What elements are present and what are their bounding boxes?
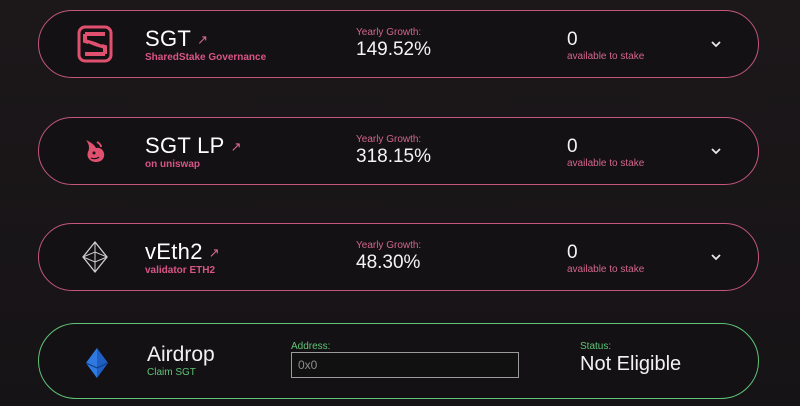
available-stake-value: 0 [567, 136, 578, 157]
available-stake-label: available to stake [567, 264, 645, 275]
address-input[interactable] [291, 352, 519, 378]
ethereum-diamond-icon [82, 240, 108, 274]
address-label: Address: [291, 341, 331, 352]
pool-card-sgt-lp[interactable]: SGT LP ↗ on uniswap Yearly Growth: 318.15… [38, 117, 759, 185]
uniswap-unicorn-icon [86, 140, 105, 162]
chevron-down-icon[interactable] [709, 144, 723, 158]
token-subtitle: validator ETH2 [145, 265, 216, 276]
growth-value: 149.52% [356, 39, 432, 60]
status-value: Not Eligible [580, 353, 682, 375]
token-name: SGT [145, 26, 192, 51]
available-stake-value: 0 [567, 29, 578, 50]
token-name: vEth2 [145, 239, 203, 264]
growth-label: Yearly Growth: [356, 134, 422, 145]
available-stake-value: 0 [567, 242, 578, 263]
available-stake-label: available to stake [567, 51, 645, 62]
external-arrow-icon[interactable]: ↗ [231, 139, 242, 154]
growth-value: 48.30% [356, 252, 421, 273]
token-name-link[interactable]: vEth2 ↗ [145, 239, 220, 265]
chevron-down-icon[interactable] [709, 250, 723, 264]
sharedstake-logo-icon [77, 25, 113, 63]
available-stake-label: available to stake [567, 158, 645, 169]
blue-diamond-icon [85, 348, 109, 378]
external-arrow-icon[interactable]: ↗ [197, 32, 208, 47]
token-name-link[interactable]: SGT ↗ [145, 26, 208, 52]
pool-card-veth2[interactable]: vEth2 ↗ validator ETH2 Yearly Growth: 48.… [38, 223, 759, 291]
airdrop-card: Airdrop Claim SGT Address: Status: Not E… [38, 323, 759, 399]
token-subtitle: on uniswap [145, 159, 200, 170]
status-label: Status: [580, 341, 612, 352]
airdrop-subtitle: Claim SGT [147, 367, 196, 378]
staking-page: SGT ↗ SharedStake Governance Yearly Growt… [0, 0, 800, 406]
chevron-down-icon[interactable] [709, 37, 723, 51]
airdrop-title: Airdrop [147, 343, 215, 366]
external-arrow-icon[interactable]: ↗ [209, 245, 220, 260]
token-name-link[interactable]: SGT LP ↗ [145, 133, 242, 159]
token-name: SGT LP [145, 133, 225, 158]
growth-value: 318.15% [356, 146, 432, 167]
pool-card-sgt[interactable]: SGT ↗ SharedStake Governance Yearly Growt… [38, 10, 759, 78]
growth-label: Yearly Growth: [356, 240, 422, 251]
token-subtitle: SharedStake Governance [145, 52, 267, 63]
growth-label: Yearly Growth: [356, 27, 422, 38]
